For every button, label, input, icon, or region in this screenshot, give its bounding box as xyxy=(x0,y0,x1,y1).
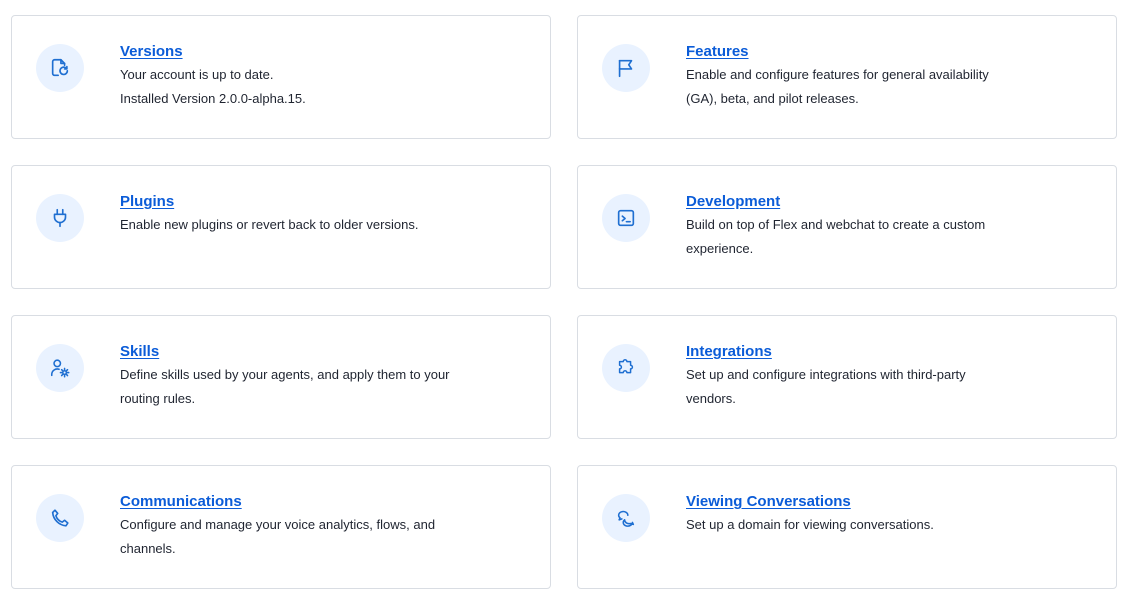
chat-bubbles-icon xyxy=(602,494,650,542)
card-development: Development Build on top of Flex and web… xyxy=(577,165,1117,289)
versions-description-line: Your account is up to date. xyxy=(120,67,274,82)
features-description: Enable and configure features for genera… xyxy=(686,63,1096,111)
user-settings-icon xyxy=(36,344,84,392)
card-features: Features Enable and configure features f… xyxy=(577,15,1117,139)
integrations-link[interactable]: Integrations xyxy=(686,342,772,362)
viewing-conversations-description: Set up a domain for viewing conversation… xyxy=(686,513,1096,537)
features-description-line: Enable and configure features for genera… xyxy=(686,67,989,82)
viewing-conversations-link[interactable]: Viewing Conversations xyxy=(686,492,851,512)
card-versions: Versions Your account is up to date. Ins… xyxy=(11,15,551,139)
flag-icon xyxy=(602,44,650,92)
skills-description: Define skills used by your agents, and a… xyxy=(120,363,530,411)
communications-description-line: channels. xyxy=(120,541,176,556)
plugins-link[interactable]: Plugins xyxy=(120,192,174,212)
terminal-icon xyxy=(602,194,650,242)
skills-description-line: Define skills used by your agents, and a… xyxy=(120,367,450,382)
plugins-description-line: Enable new plugins or revert back to old… xyxy=(120,217,419,232)
viewing-conversations-description-line: Set up a domain for viewing conversation… xyxy=(686,517,934,532)
plugins-description: Enable new plugins or revert back to old… xyxy=(120,213,530,237)
communications-description: Configure and manage your voice analytic… xyxy=(120,513,530,561)
communications-description-line: Configure and manage your voice analytic… xyxy=(120,517,436,532)
versions-link[interactable]: Versions xyxy=(120,42,183,62)
integrations-description-line: Set up and configure integrations with t… xyxy=(686,367,966,382)
communications-link[interactable]: Communications xyxy=(120,492,242,512)
integrations-description-line: vendors. xyxy=(686,391,736,406)
integrations-description: Set up and configure integrations with t… xyxy=(686,363,1096,411)
development-description: Build on top of Flex and webchat to crea… xyxy=(686,213,1096,261)
development-description-line: Build on top of Flex and webchat to crea… xyxy=(686,217,986,232)
puzzle-icon xyxy=(602,344,650,392)
phone-icon xyxy=(36,494,84,542)
features-description-line: (GA), beta, and pilot releases. xyxy=(686,91,859,106)
features-link[interactable]: Features xyxy=(686,42,749,62)
versions-description: Your account is up to date. Installed Ve… xyxy=(120,63,530,111)
card-communications: Communications Configure and manage your… xyxy=(11,465,551,589)
card-plugins: Plugins Enable new plugins or revert bac… xyxy=(11,165,551,289)
development-description-line: experience. xyxy=(686,241,754,256)
file-refresh-icon xyxy=(36,44,84,92)
skills-link[interactable]: Skills xyxy=(120,342,159,362)
skills-description-line: routing rules. xyxy=(120,391,196,406)
versions-installed-version: Installed Version 2.0.0-alpha.15. xyxy=(120,91,306,106)
card-integrations: Integrations Set up and configure integr… xyxy=(577,315,1117,439)
plug-icon xyxy=(36,194,84,242)
card-skills: Skills Define skills used by your agents… xyxy=(11,315,551,439)
development-link[interactable]: Development xyxy=(686,192,780,212)
settings-card-grid: Versions Your account is up to date. Ins… xyxy=(11,15,1117,589)
card-viewing-conversations: Viewing Conversations Set up a domain fo… xyxy=(577,465,1117,589)
